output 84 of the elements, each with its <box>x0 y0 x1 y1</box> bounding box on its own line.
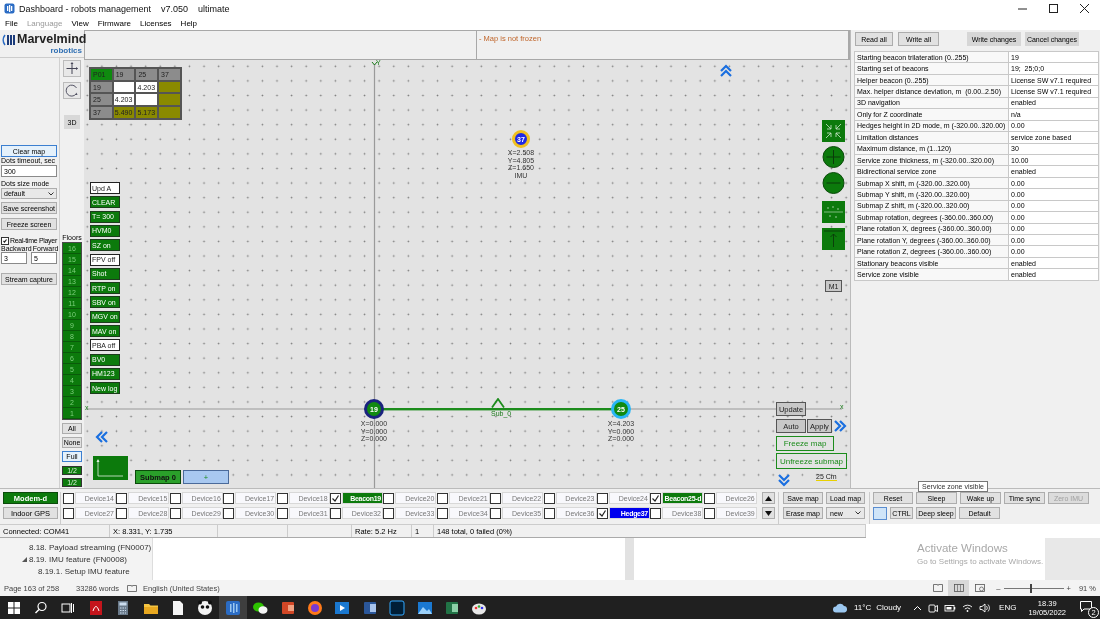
maximize-icon[interactable] <box>1049 4 1058 13</box>
activation-text: Go to Settings to activate Windows. <box>917 557 1044 566</box>
checkbox[interactable] <box>703 492 715 504</box>
logo-tagline: robotics <box>50 46 82 55</box>
checkbox[interactable] <box>63 507 74 519</box>
menu-item[interactable]: Firmware <box>92 19 136 28</box>
outline-item[interactable]: 8.18. Payload streaming (FN0007) <box>29 542 152 552</box>
color-swatch[interactable] <box>873 507 887 520</box>
checkbox[interactable] <box>383 507 395 519</box>
app-icon <box>4 3 15 14</box>
version-label: v7.050 <box>161 3 189 14</box>
checkbox[interactable] <box>169 492 181 504</box>
checkbox[interactable] <box>276 492 288 504</box>
cloud-icon <box>831 602 848 613</box>
freeze-map-button[interactable]: Freeze map <box>776 436 834 451</box>
double-chevron-down-icon[interactable] <box>777 473 791 487</box>
caret-icon <box>48 191 54 196</box>
double-chevron-right-icon[interactable] <box>834 419 848 433</box>
logo-icon <box>2 33 17 47</box>
dashboard-icon[interactable] <box>223 598 242 617</box>
language-indicator[interactable]: ENG <box>999 603 1017 612</box>
close-icon[interactable] <box>1080 4 1089 13</box>
checkbox[interactable] <box>490 492 502 504</box>
unfreeze-submap-button[interactable]: Unfreeze submap <box>776 453 847 469</box>
checkbox[interactable] <box>116 492 128 504</box>
print-layout-icon[interactable] <box>953 584 964 592</box>
caret-icon <box>855 511 861 515</box>
read-mode-icon[interactable] <box>932 584 943 592</box>
checkbox[interactable] <box>543 492 555 504</box>
checkbox[interactable] <box>329 507 341 519</box>
checkbox[interactable] <box>223 492 235 504</box>
down-triangle-icon[interactable] <box>765 510 772 516</box>
browser-icon[interactable] <box>306 598 324 617</box>
crosshair-icon[interactable] <box>63 60 81 77</box>
checkbox[interactable] <box>1 237 9 245</box>
volume-icon[interactable] <box>979 602 992 613</box>
outline-item[interactable]: 8.19.1. Setup IMU feature <box>38 566 130 576</box>
double-chevron-left-icon[interactable] <box>94 430 108 444</box>
window-title: Dashboard - robots management <box>19 3 152 14</box>
checkbox[interactable] <box>650 507 662 519</box>
zoom-out-icon[interactable] <box>822 172 845 194</box>
double-chevron-up-icon[interactable] <box>719 63 733 77</box>
menu-item[interactable]: Help <box>175 19 202 28</box>
notification-icon[interactable] <box>1080 601 1092 612</box>
weather-condition: Cloudy <box>876 603 902 612</box>
checkbox[interactable] <box>169 507 181 519</box>
checkbox[interactable] <box>596 507 608 519</box>
checkbox[interactable] <box>436 507 448 519</box>
rotate-icon[interactable] <box>63 82 81 99</box>
panda-icon[interactable] <box>196 598 215 617</box>
checkbox[interactable] <box>650 492 662 504</box>
page-gutter <box>625 538 634 580</box>
book-icon[interactable] <box>127 584 137 592</box>
checkbox[interactable] <box>223 507 235 519</box>
dots-icon[interactable] <box>822 201 845 223</box>
menu-item[interactable]: File <box>0 19 22 28</box>
checkbox[interactable] <box>329 492 341 504</box>
checkbox[interactable] <box>276 507 288 519</box>
logo-text: Marvelmind <box>17 32 87 46</box>
camera-icon[interactable] <box>928 602 939 613</box>
slider-thumb[interactable] <box>1030 583 1033 593</box>
checkbox[interactable] <box>596 492 608 504</box>
table-cell <box>135 93 159 107</box>
photoshop-icon[interactable] <box>388 598 407 617</box>
checkbox[interactable] <box>436 492 448 504</box>
checkbox[interactable] <box>490 507 502 519</box>
wifi-icon[interactable] <box>962 603 974 612</box>
checkbox[interactable] <box>116 507 128 519</box>
chevron-up-icon[interactable] <box>913 604 923 611</box>
menu-item[interactable]: View <box>66 19 93 28</box>
web-layout-icon[interactable] <box>974 584 985 592</box>
temperature: 11°C <box>853 603 872 612</box>
expanded-icon[interactable] <box>22 556 27 562</box>
checkbox[interactable] <box>703 507 715 519</box>
edition-label: ultimate <box>198 3 230 14</box>
checkbox[interactable] <box>63 492 74 504</box>
zoom-in-icon[interactable] <box>822 146 845 168</box>
checkbox[interactable] <box>543 507 555 519</box>
outline-item[interactable]: 8.19. IMU feature (FN0008) <box>29 554 127 564</box>
menu-item[interactable]: Licenses <box>135 19 176 28</box>
battery-icon[interactable] <box>944 603 957 612</box>
checkbox[interactable] <box>383 492 395 504</box>
up-triangle-icon[interactable] <box>765 495 772 501</box>
activation-title: Activate Windows <box>917 542 1008 554</box>
